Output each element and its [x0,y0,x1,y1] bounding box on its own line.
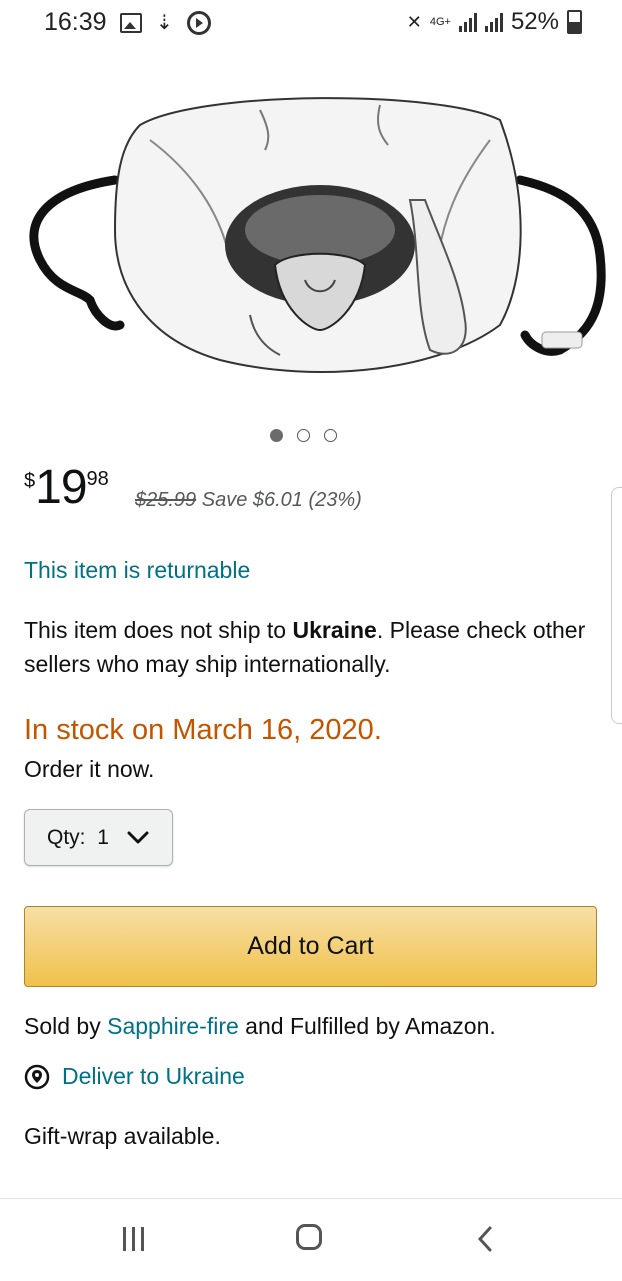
quantity-select[interactable]: Qty: 1 [24,809,173,866]
returnable-link[interactable]: This item is returnable [24,557,250,584]
carousel-dot-2[interactable] [297,429,310,442]
shipping-prefix: This item does not ship to [24,617,293,643]
seller-suffix: and Fulfilled by Amazon. [238,1013,496,1039]
list-price: $25.99 [135,489,197,511]
carousel-dot-3[interactable] [324,429,337,442]
seller-info: Sold by Sapphire-fire and Fulfilled by A… [24,1013,496,1040]
location-pin-icon [24,1064,50,1089]
price-whole: 19 [35,461,87,514]
system-nav-bar [0,1198,622,1281]
status-system-icons: ✕ 4G+ 52% [407,8,582,36]
recent-apps-button[interactable] [123,1227,144,1251]
carousel-dot-1[interactable] [270,429,283,442]
side-panel-handle[interactable] [611,487,622,724]
seller-link[interactable]: Sapphire-fire [107,1013,239,1039]
deliver-link[interactable]: Deliver to Ukraine [62,1063,245,1090]
gallery-icon [120,12,142,33]
quantity-value: 1 [97,825,109,849]
savings-text: Save $6.01 (23%) [201,489,362,511]
product-image[interactable] [20,50,610,400]
play-icon [186,10,211,35]
status-notification-icons: ⇣ [120,10,211,35]
price-currency: $ [24,470,36,492]
seller-prefix: Sold by [24,1013,108,1039]
order-note: Order it now. [24,756,155,782]
status-time: 16:39 [44,8,107,36]
home-button[interactable] [296,1224,322,1250]
network-type: 4G+ [429,16,451,28]
back-button[interactable] [476,1225,494,1253]
status-bar: 16:39 ⇣ ✕ 4G+ 52% [0,0,622,44]
carousel-indicator[interactable] [270,429,337,442]
mute-icon: ✕ [406,11,422,32]
price-fraction: 98 [86,468,109,490]
price-comparison: $25.99 Save $6.01 (23%) [135,489,362,512]
shipping-country: Ukraine [292,617,377,643]
chevron-down-icon [127,831,149,843]
deliver-location[interactable]: Deliver to Ukraine [24,1063,245,1090]
quantity-label: Qty: [47,825,86,849]
gift-wrap-note: Gift-wrap available. [24,1123,221,1149]
battery-percent: 52% [510,8,559,35]
price: $ 19 98 [24,462,109,514]
add-to-cart-button[interactable]: Add to Cart [24,906,597,987]
signal-icon-2 [484,12,503,32]
stock-status: In stock on March 16, 2020. [24,714,382,746]
signal-icon [458,12,477,32]
battery-icon [567,10,582,34]
shipping-notice: This item does not ship to Ukraine. Plea… [24,613,604,681]
download-icon: ⇣ [156,12,173,34]
